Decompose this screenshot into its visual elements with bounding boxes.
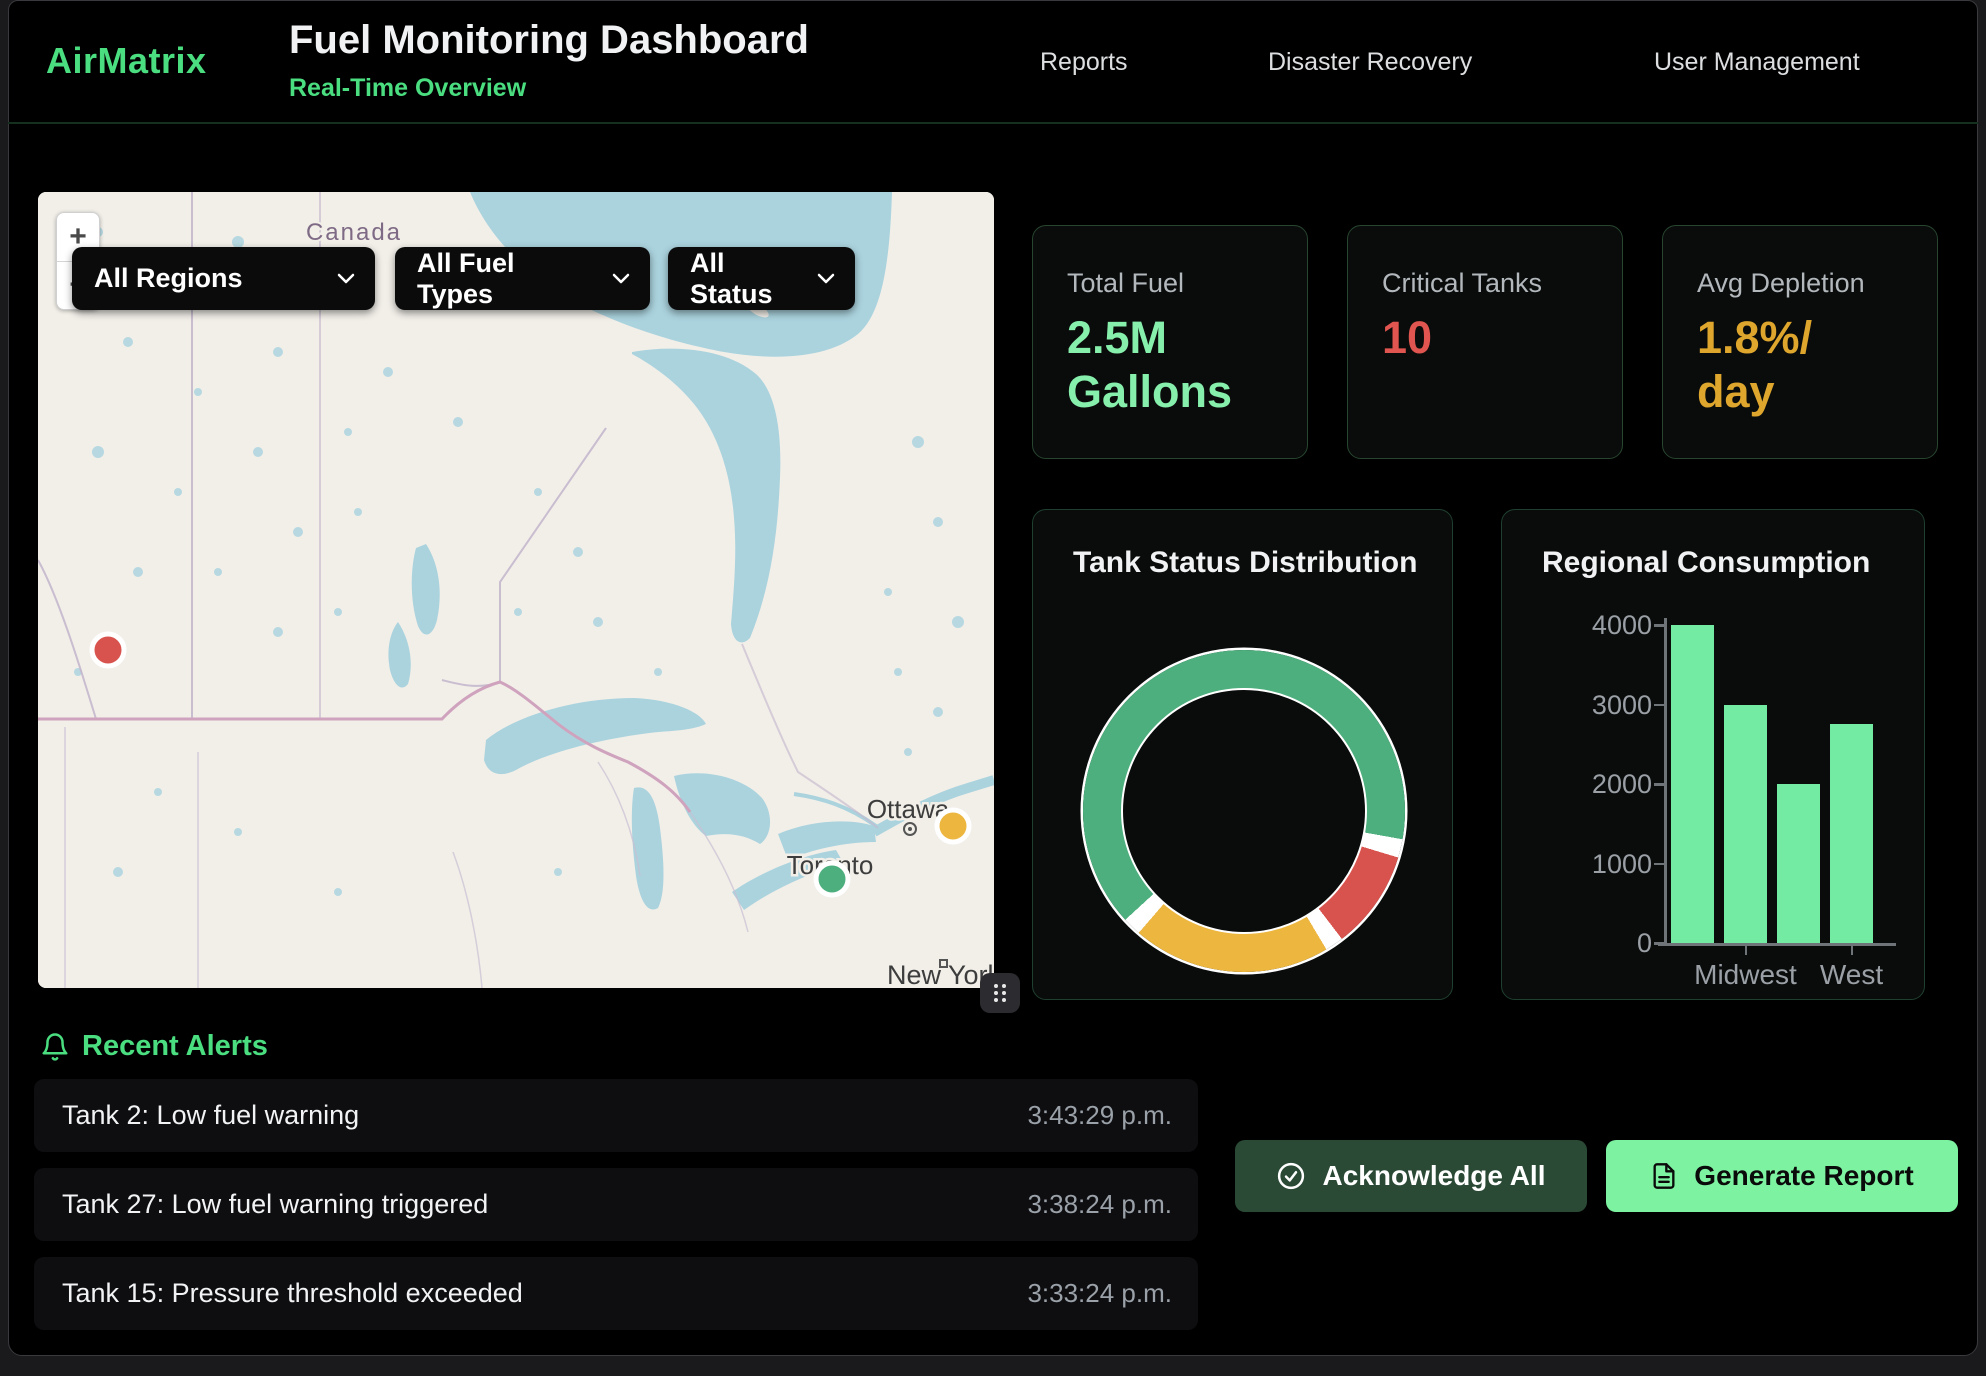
alert-row[interactable]: Tank 15: Pressure threshold exceeded 3:3… <box>34 1257 1198 1330</box>
alert-row[interactable]: Tank 27: Low fuel warning triggered 3:38… <box>34 1168 1198 1241</box>
generate-report-button[interactable]: Generate Report <box>1606 1140 1958 1212</box>
x-tick-mark <box>1851 946 1854 955</box>
header-bar: AirMatrix Fuel Monitoring Dashboard Real… <box>8 0 1978 124</box>
x-tick-label: West <box>1782 959 1922 991</box>
kpi-value-line1: 2.5M <box>1067 311 1273 365</box>
page-title: Fuel Monitoring Dashboard <box>289 18 809 63</box>
regional-consumption-chart-card: Regional Consumption 01000200030004000Mi… <box>1501 509 1925 1000</box>
kpi-value: 10 <box>1382 311 1588 365</box>
ottawa-town-dot <box>908 827 912 831</box>
kpi-label: Total Fuel <box>1067 268 1273 299</box>
y-tick-mark <box>1654 704 1664 707</box>
y-tick-mark <box>1654 942 1664 945</box>
grip-dots-icon <box>992 982 1008 1004</box>
tank-marker-warning[interactable] <box>937 810 969 842</box>
nav-disaster-recovery[interactable]: Disaster Recovery <box>1268 48 1472 77</box>
acknowledge-all-button[interactable]: Acknowledge All <box>1235 1140 1587 1212</box>
kpi-value-line1: 1.8%/ <box>1697 311 1903 365</box>
donut-ring <box>1083 650 1405 972</box>
tank-marker-critical[interactable] <box>92 634 124 666</box>
y-tick-mark <box>1654 783 1664 786</box>
chevron-down-icon <box>612 273 630 284</box>
y-tick-label: 1000 <box>1532 849 1652 880</box>
regions-filter-dropdown[interactable]: All Regions <box>72 247 375 310</box>
kpi-value: 1.8%/ day <box>1697 311 1903 419</box>
kpi-value-line1: 10 <box>1382 311 1588 365</box>
acknowledge-all-label: Acknowledge All <box>1322 1160 1545 1192</box>
y-tick-label: 3000 <box>1532 690 1652 721</box>
alerts-heading: Recent Alerts <box>82 1030 268 1063</box>
alert-time: 3:43:29 p.m. <box>1027 1100 1172 1131</box>
bar <box>1777 784 1820 943</box>
map-resize-handle[interactable] <box>980 973 1020 1013</box>
chevron-down-icon <box>817 273 835 284</box>
kpi-label: Critical Tanks <box>1382 268 1588 299</box>
bar <box>1671 625 1714 943</box>
alert-message: Tank 27: Low fuel warning triggered <box>62 1189 488 1220</box>
alert-time: 3:38:24 p.m. <box>1027 1189 1172 1220</box>
kpi-card-avg-depletion: Avg Depletion 1.8%/ day <box>1662 225 1938 459</box>
document-icon <box>1650 1161 1678 1191</box>
kpi-value-line2: Gallons <box>1067 365 1273 419</box>
brand-logo: AirMatrix <box>46 40 207 82</box>
donut-hole <box>1121 688 1367 934</box>
label-canada: Canada <box>306 219 402 246</box>
alert-message: Tank 2: Low fuel warning <box>62 1100 359 1131</box>
bar-plot: 01000200030004000MidwestWest <box>1502 510 1926 1001</box>
tank-status-chart-card: Tank Status Distribution <box>1032 509 1453 1000</box>
status-filter-dropdown[interactable]: All Status <box>668 247 855 310</box>
bar <box>1724 705 1767 944</box>
alert-time: 3:33:24 p.m. <box>1027 1278 1172 1309</box>
x-axis-line <box>1658 943 1896 946</box>
bell-icon <box>40 1031 70 1063</box>
fuel-types-filter-dropdown[interactable]: All Fuel Types <box>395 247 650 310</box>
tank-marker-normal[interactable] <box>816 863 848 895</box>
check-circle-icon <box>1276 1161 1306 1191</box>
bar <box>1830 724 1873 943</box>
y-tick-mark <box>1654 863 1664 866</box>
fuel-types-filter-value: All Fuel Types <box>417 248 594 310</box>
generate-report-label: Generate Report <box>1694 1160 1913 1192</box>
chart-title: Tank Status Distribution <box>1073 546 1417 580</box>
kpi-label: Avg Depletion <box>1697 268 1903 299</box>
regions-filter-value: All Regions <box>94 263 243 294</box>
y-tick-label: 4000 <box>1532 610 1652 641</box>
kpi-value-line2: day <box>1697 365 1903 419</box>
chevron-down-icon <box>337 273 355 284</box>
y-tick-label: 0 <box>1532 928 1652 959</box>
kpi-card-total-fuel: Total Fuel 2.5M Gallons <box>1032 225 1308 459</box>
page-subtitle: Real-Time Overview <box>289 74 526 103</box>
status-filter-value: All Status <box>690 248 799 310</box>
y-tick-label: 2000 <box>1532 769 1652 800</box>
map[interactable]: Canada Ottawa Toronto New York <box>38 192 994 988</box>
alert-row[interactable]: Tank 2: Low fuel warning 3:43:29 p.m. <box>34 1079 1198 1152</box>
map-canvas: Canada Ottawa Toronto New York <box>38 192 994 988</box>
nav-reports[interactable]: Reports <box>1040 48 1128 77</box>
kpi-card-critical-tanks: Critical Tanks 10 <box>1347 225 1623 459</box>
y-axis-line <box>1664 618 1667 946</box>
y-tick-mark <box>1654 624 1664 627</box>
nav-user-management[interactable]: User Management <box>1654 48 1860 77</box>
kpi-value: 2.5M Gallons <box>1067 311 1273 419</box>
alert-message: Tank 15: Pressure threshold exceeded <box>62 1278 523 1309</box>
x-tick-mark <box>1745 946 1748 955</box>
